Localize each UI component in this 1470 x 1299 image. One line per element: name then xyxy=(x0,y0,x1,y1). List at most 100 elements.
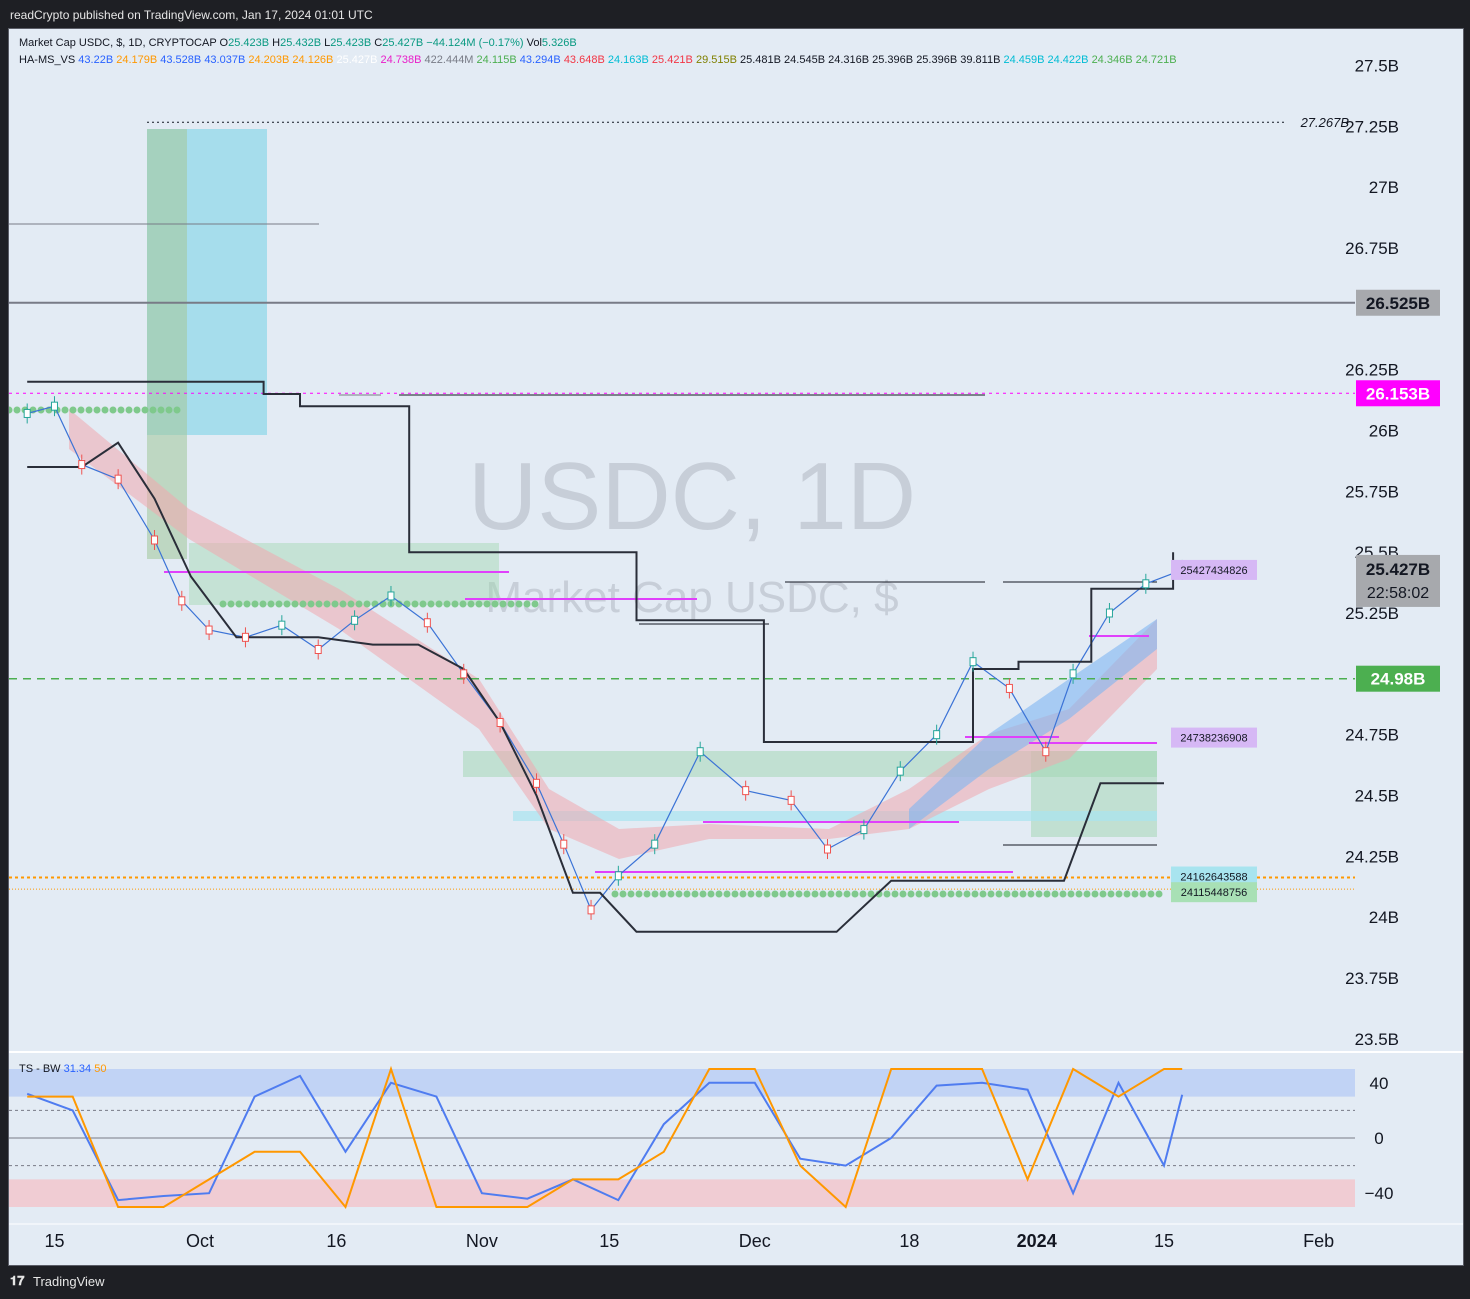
price-tick-label: 23.75B xyxy=(1345,969,1399,988)
support-dot xyxy=(125,406,133,414)
support-dot xyxy=(803,890,811,898)
support-dot xyxy=(611,890,619,898)
chart-canvas[interactable]: USDC, 1D Market Cap USDC, $ Market Cap USD… xyxy=(5,29,1463,1265)
price-tick-label: 26.25B xyxy=(1345,361,1399,380)
support-dot xyxy=(483,600,491,608)
support-dot xyxy=(283,600,291,608)
support-dot xyxy=(827,890,835,898)
support-dot xyxy=(1139,890,1147,898)
price-tick-label: 27.5B xyxy=(1355,57,1399,76)
support-dot xyxy=(531,600,539,608)
time-tick-label: 18 xyxy=(899,1231,919,1251)
footer-brand: TradingView xyxy=(33,1274,105,1289)
support-dot xyxy=(157,406,165,414)
support-dot xyxy=(979,890,987,898)
support-dot xyxy=(117,406,125,414)
support-dot xyxy=(77,406,85,414)
badge-level-gray: 26.525B xyxy=(1366,294,1430,313)
publish-bar: readCrypto published on TradingView.com,… xyxy=(0,0,1470,28)
support-dot xyxy=(819,890,827,898)
candle-body xyxy=(787,795,795,805)
support-dot xyxy=(859,890,867,898)
support-dot xyxy=(331,600,339,608)
support-dot xyxy=(1075,890,1083,898)
osc-upper-band xyxy=(9,1069,1355,1097)
support-dot xyxy=(1083,890,1091,898)
support-dot xyxy=(939,890,947,898)
support-dot xyxy=(907,890,915,898)
tag-price-4: 24115448756 xyxy=(1181,887,1247,899)
support-dot xyxy=(995,890,1003,898)
candle-body xyxy=(969,657,977,667)
support-dot xyxy=(85,406,93,414)
footer-bar: 𝟏𝟕 TradingView xyxy=(0,1266,1470,1299)
candle-body xyxy=(614,871,622,881)
watermark-title: USDC, 1D xyxy=(468,443,916,550)
support-dot xyxy=(643,890,651,898)
price-tick-label: 26.75B xyxy=(1345,239,1399,258)
candle-body xyxy=(50,401,58,411)
support-dot xyxy=(635,890,643,898)
support-dot xyxy=(443,600,451,608)
candle-body xyxy=(824,844,832,854)
support-dot xyxy=(109,406,117,414)
tag-price-2: 24738236908 xyxy=(1180,733,1247,745)
support-dot xyxy=(1091,890,1099,898)
time-tick-label: Nov xyxy=(466,1231,498,1251)
price-tick-label: 24.25B xyxy=(1345,847,1399,866)
support-dot xyxy=(515,600,523,608)
candle-body xyxy=(205,625,213,635)
support-dot xyxy=(275,600,283,608)
support-dot xyxy=(923,890,931,898)
price-tick-label: 24.5B xyxy=(1355,787,1399,806)
legend-ohlc: Market Cap USDC, $, 1D, CRYPTOCAP O25.42… xyxy=(19,37,577,49)
support-dot xyxy=(363,600,371,608)
support-dot xyxy=(323,600,331,608)
support-dot xyxy=(787,890,795,898)
candle-body xyxy=(532,778,540,788)
support-dot xyxy=(133,406,141,414)
support-dot xyxy=(1067,890,1075,898)
support-dot xyxy=(899,890,907,898)
support-dot xyxy=(149,406,157,414)
time-tick-label: Dec xyxy=(739,1231,771,1251)
support-dot xyxy=(141,406,149,414)
support-dot xyxy=(811,890,819,898)
candle-body xyxy=(314,645,322,654)
support-dot xyxy=(619,890,627,898)
support-dot xyxy=(61,406,69,414)
badge-countdown: 22:58:02 xyxy=(1367,585,1429,602)
candle-body xyxy=(178,596,186,606)
support-dot xyxy=(1059,890,1067,898)
support-dot xyxy=(731,890,739,898)
price-tick-label: 25.75B xyxy=(1345,482,1399,501)
support-dot xyxy=(291,600,299,608)
candle-body xyxy=(423,618,431,628)
support-dot xyxy=(499,600,507,608)
support-dot xyxy=(427,600,435,608)
support-dot xyxy=(339,600,347,608)
candle-body xyxy=(1069,669,1077,679)
support-dot xyxy=(699,890,707,898)
support-dot xyxy=(435,600,443,608)
support-dot xyxy=(755,890,763,898)
high-marker-label: 27.267B xyxy=(1300,115,1350,130)
candle-body xyxy=(460,669,468,679)
support-dot xyxy=(411,600,419,608)
support-dot xyxy=(1131,890,1139,898)
support-dot xyxy=(1123,890,1131,898)
candle-body xyxy=(696,747,704,757)
support-dot xyxy=(459,600,467,608)
price-tick-label: 23.5B xyxy=(1355,1030,1399,1049)
support-dot xyxy=(891,890,899,898)
candle-body xyxy=(1005,683,1013,693)
time-tick-label: Feb xyxy=(1303,1231,1334,1251)
tradingview-logo-icon[interactable]: 𝟏𝟕 xyxy=(10,1273,24,1289)
legend-indicator: HA-MS_VS 43.22B 24.179B 43.528B 43.037B … xyxy=(19,54,1177,66)
support-dot xyxy=(691,890,699,898)
support-dot xyxy=(243,600,251,608)
publish-line: readCrypto published on TradingView.com,… xyxy=(10,8,373,22)
support-dot xyxy=(1115,890,1123,898)
price-tick-label: 27.25B xyxy=(1345,117,1399,136)
support-dot xyxy=(523,600,531,608)
